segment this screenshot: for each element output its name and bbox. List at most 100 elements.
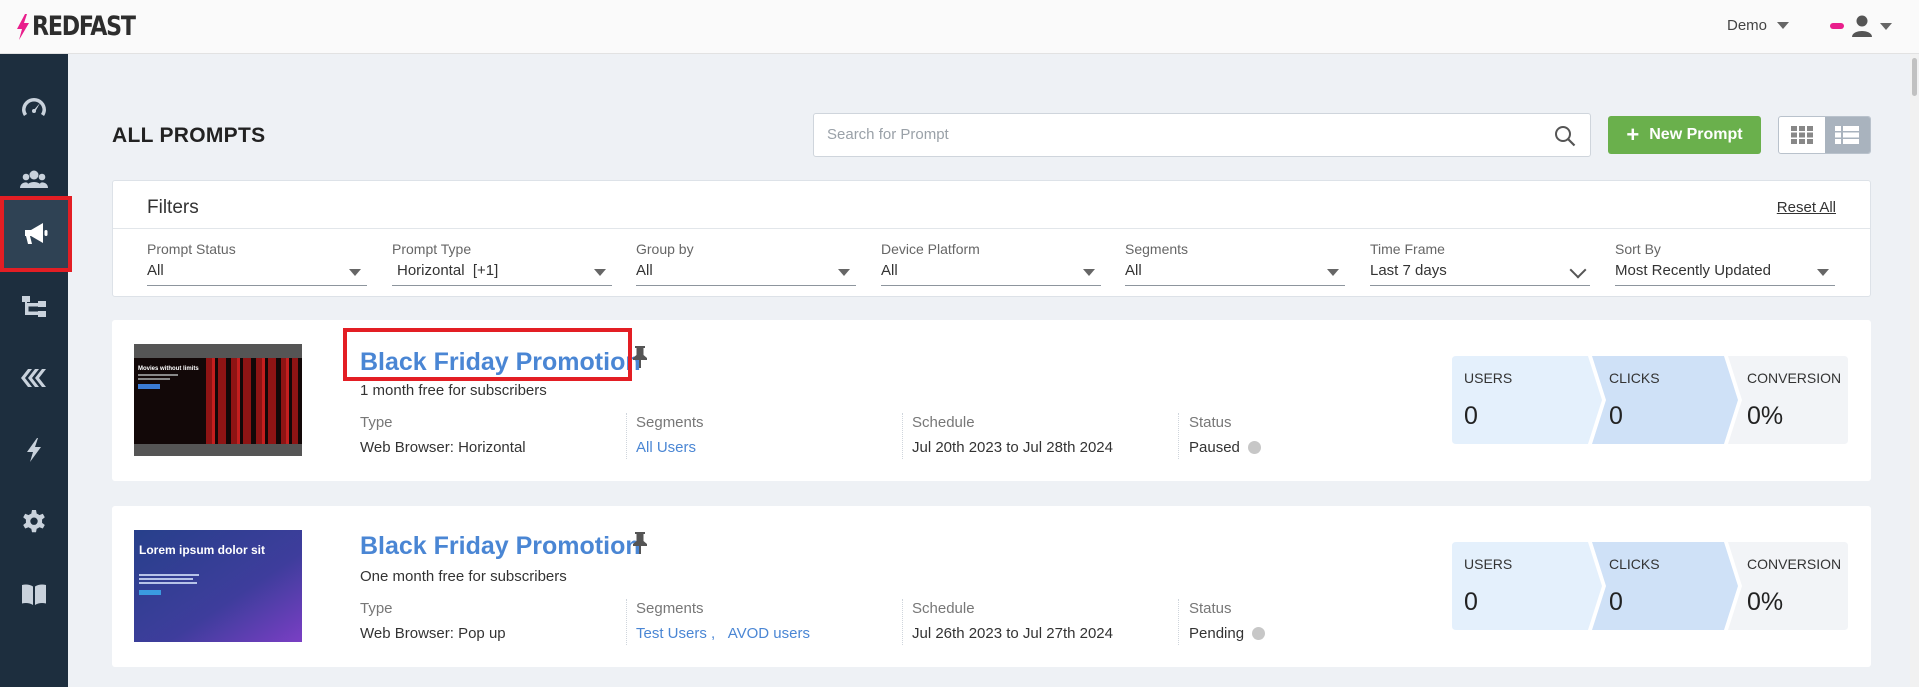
reset-all-link[interactable]: Reset All xyxy=(1777,199,1836,216)
sort-by-select[interactable]: Most Recently Updated xyxy=(1615,262,1835,286)
meta-label: Schedule xyxy=(912,414,975,431)
filter-label: Sort By xyxy=(1615,241,1661,257)
chevron-down-icon xyxy=(349,269,361,276)
page-scrollbar[interactable] xyxy=(1910,54,1919,687)
stat-clicks: CLICKS 0 xyxy=(1597,542,1727,630)
search-input[interactable] xyxy=(814,114,1514,154)
stat-value: 0 xyxy=(1609,588,1623,616)
scrollbar-thumb[interactable] xyxy=(1912,58,1917,96)
list-view-button[interactable] xyxy=(1824,117,1870,153)
meta-value: Web Browser: Pop up xyxy=(360,625,506,642)
prompt-status-select[interactable]: All xyxy=(147,262,367,286)
sidebar-item-flows[interactable] xyxy=(0,270,68,342)
user-icon xyxy=(1852,15,1872,37)
filter-segments: Segments All xyxy=(1125,241,1345,286)
sidebar-item-settings[interactable] xyxy=(0,486,68,558)
divider xyxy=(1178,599,1179,645)
chevron-down-icon xyxy=(838,269,850,276)
device-platform-select[interactable]: All xyxy=(881,262,1101,286)
lightning-bolt-icon xyxy=(27,438,41,462)
meta-label: Type xyxy=(360,600,393,617)
search-box xyxy=(813,113,1591,157)
stat-label: CONVERSION xyxy=(1747,370,1842,386)
status-text: Pending xyxy=(1189,625,1245,642)
stat-label: USERS xyxy=(1464,556,1513,572)
filter-label: Time Frame xyxy=(1370,241,1445,257)
chevron-down-icon xyxy=(1569,261,1587,279)
filter-label: Group by xyxy=(636,241,694,257)
sidebar-item-docs[interactable] xyxy=(0,558,68,630)
prompt-schedule: Schedule Jul 26th 2023 to Jul 27th 2024 xyxy=(912,600,1113,642)
account-dropdown[interactable]: Demo xyxy=(1727,17,1790,34)
filter-time-frame: Time Frame Last 7 days xyxy=(1370,241,1590,286)
filter-label: Prompt Type xyxy=(392,241,472,257)
redfast-logo[interactable]: REDFAST xyxy=(16,12,157,42)
segment-link[interactable]: Test Users xyxy=(636,625,707,642)
stat-label: CLICKS xyxy=(1609,556,1660,572)
prompt-title-link[interactable]: Black Friday Promotion xyxy=(360,532,641,561)
account-name: Demo xyxy=(1727,17,1768,34)
filter-prompt-status: Prompt Status All xyxy=(147,241,367,286)
grid-view-button[interactable] xyxy=(1779,117,1825,153)
filter-value: Most Recently Updated xyxy=(1615,262,1771,279)
meta-label: Schedule xyxy=(912,600,975,617)
prompt-card: Lorem ipsum dolor sit Black Friday Promo… xyxy=(112,506,1871,667)
pin-icon[interactable] xyxy=(632,532,648,554)
meta-label: Segments xyxy=(636,414,704,431)
pin-icon[interactable] xyxy=(632,346,648,368)
list-icon xyxy=(1835,126,1860,144)
meta-label: Segments xyxy=(636,600,704,617)
stat-value: 0 xyxy=(1609,402,1623,430)
segment-link[interactable]: AVOD users xyxy=(728,625,810,642)
status-text: Paused xyxy=(1189,439,1240,456)
prompt-thumbnail[interactable]: Movies without limits xyxy=(134,344,302,456)
filters-title: Filters xyxy=(147,197,199,218)
new-prompt-button[interactable]: + New Prompt xyxy=(1608,116,1761,154)
prompt-preview-image: Lorem ipsum dolor sit xyxy=(134,530,302,642)
filter-sort-by: Sort By Most Recently Updated xyxy=(1615,241,1835,286)
stat-conversion: CONVERSION 0% xyxy=(1735,356,1848,444)
stat-clicks: CLICKS 0 xyxy=(1597,356,1727,444)
prompt-thumbnail[interactable]: Lorem ipsum dolor sit xyxy=(134,530,302,642)
sidebar-item-actions[interactable] xyxy=(0,414,68,486)
prompt-type: Type Web Browser: Pop up xyxy=(360,600,506,642)
thumbnail-text: Lorem ipsum dolor sit xyxy=(139,543,265,557)
status-dot-icon xyxy=(1252,627,1266,640)
stat-value: 0% xyxy=(1747,402,1784,430)
stat-label: USERS xyxy=(1464,370,1513,386)
stat-users: USERS 0 xyxy=(1452,542,1592,630)
segment-link[interactable]: All Users xyxy=(636,439,704,456)
chevron-down-icon xyxy=(1777,22,1790,29)
status-value: Pending xyxy=(1189,625,1266,642)
prompt-status: Status Pending xyxy=(1189,600,1266,642)
user-menu[interactable] xyxy=(1830,15,1892,37)
stat-users: USERS 0 xyxy=(1452,356,1592,444)
time-frame-select[interactable]: Last 7 days xyxy=(1370,261,1590,286)
divider xyxy=(626,413,627,459)
chevron-down-icon xyxy=(594,269,606,276)
prompt-subtitle: 1 month free for subscribers xyxy=(360,382,547,399)
layers-icon xyxy=(21,369,46,387)
users-group-icon xyxy=(20,170,48,188)
sidebar-item-dashboard[interactable] xyxy=(0,72,68,144)
sidebar-item-layers[interactable] xyxy=(0,342,68,414)
filter-value: Horizontal [+1] xyxy=(397,262,499,279)
notification-indicator xyxy=(1830,23,1844,29)
prompt-type: Type Web Browser: Horizontal xyxy=(360,414,526,456)
stat-value: 0% xyxy=(1747,588,1784,616)
search-icon[interactable] xyxy=(1554,125,1576,147)
sidebar-item-prompts[interactable] xyxy=(0,196,72,272)
prompt-type-select[interactable]: Horizontal [+1] xyxy=(392,262,612,286)
meta-label: Status xyxy=(1189,414,1232,431)
stat-label: CLICKS xyxy=(1609,370,1660,386)
plus-icon: + xyxy=(1626,122,1640,147)
status-dot-icon xyxy=(1247,441,1261,454)
stat-value: 0 xyxy=(1464,588,1478,616)
meta-value: Jul 26th 2023 to Jul 27th 2024 xyxy=(912,625,1113,642)
group-by-select[interactable]: All xyxy=(636,262,856,286)
grid-icon xyxy=(1790,126,1813,144)
prompt-schedule: Schedule Jul 20th 2023 to Jul 28th 2024 xyxy=(912,414,1113,456)
chevron-down-icon xyxy=(1083,269,1095,276)
megaphone-icon xyxy=(25,223,48,244)
segments-select[interactable]: All xyxy=(1125,262,1345,286)
